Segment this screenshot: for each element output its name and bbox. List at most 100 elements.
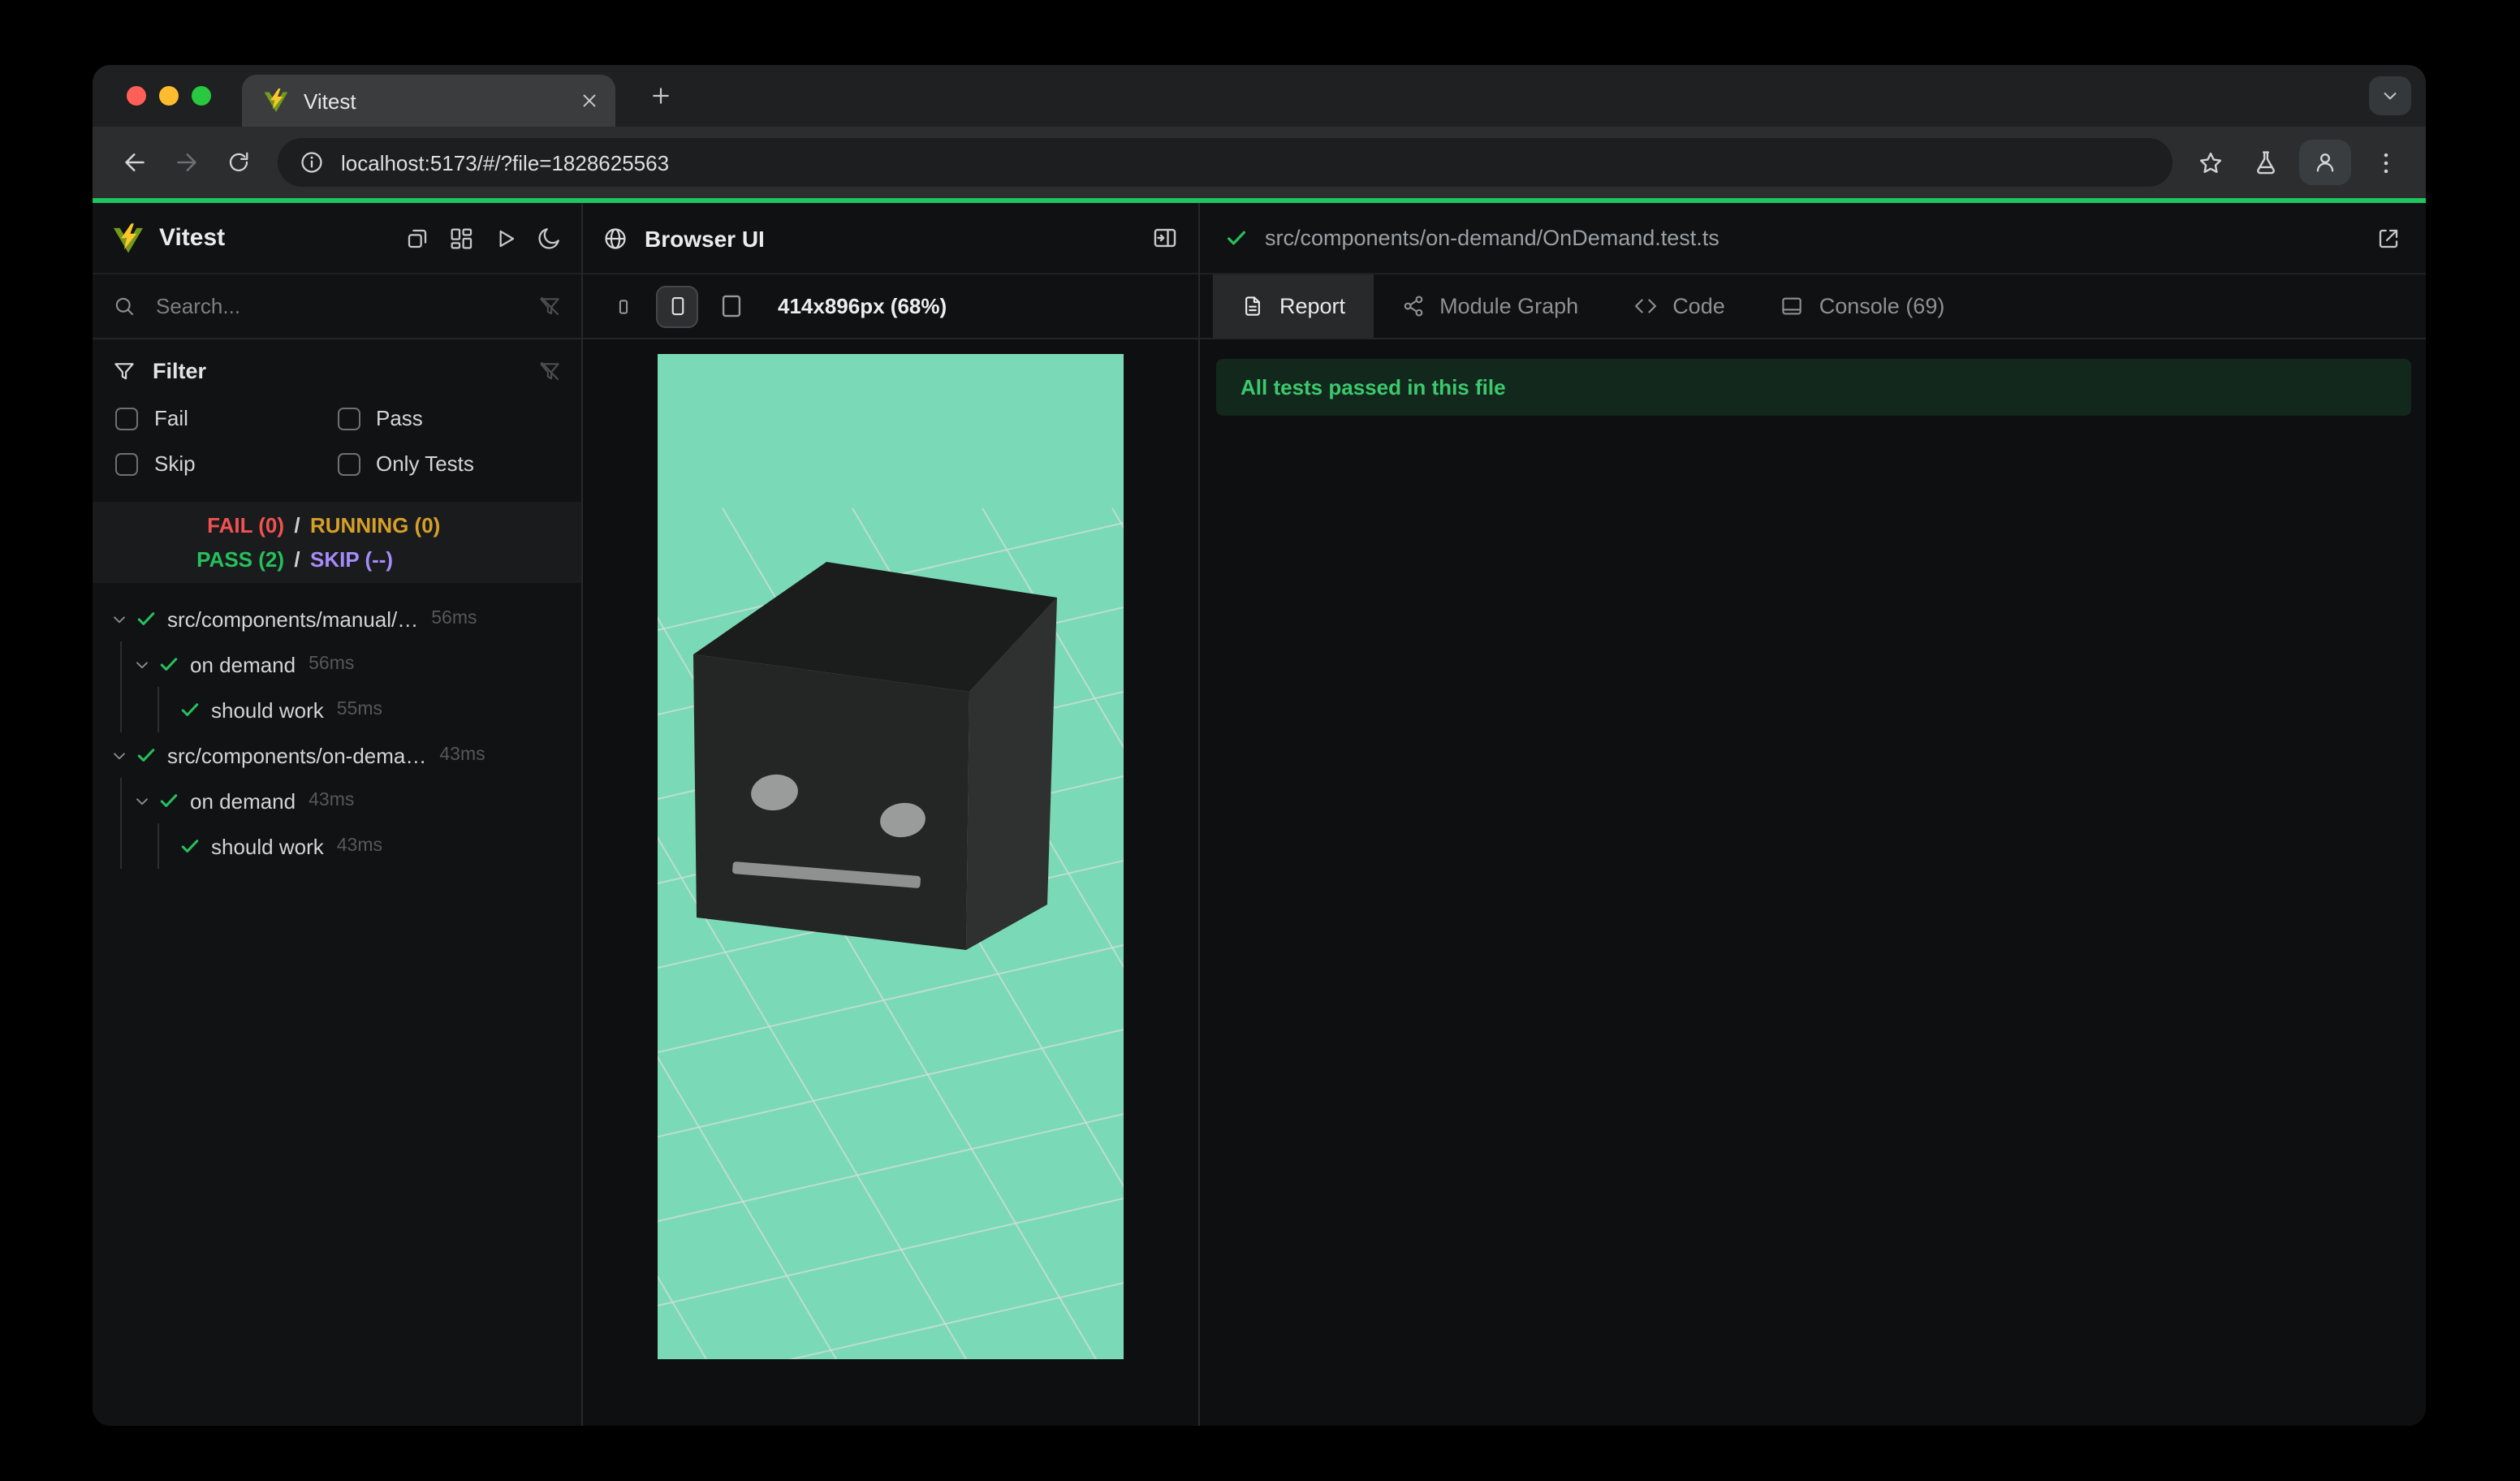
theme-toggle-button[interactable] [536, 225, 562, 251]
tree-group: should work 43ms [158, 823, 581, 869]
dock-panel-button[interactable] [1151, 224, 1179, 252]
external-link-icon [2375, 225, 2401, 251]
site-info-icon[interactable] [299, 149, 325, 175]
funnel-off-icon [537, 359, 562, 383]
arrow-right-icon [172, 148, 201, 177]
file-path: src/components/on-demand/OnDemand.test.t… [1265, 226, 1720, 250]
filter-only-tests-label: Only Tests [376, 451, 474, 476]
traffic-lights [127, 86, 211, 106]
close-window-button[interactable] [127, 86, 146, 106]
report-body: All tests passed in this file [1200, 339, 2426, 1426]
separator: / [294, 547, 300, 572]
preview-area [93, 339, 1616, 1426]
running-count: RUNNING (0) [310, 513, 441, 538]
test-suite-row[interactable]: on demand 56ms [122, 641, 581, 687]
minimize-window-button[interactable] [159, 86, 179, 106]
tab-title: Vitest [304, 89, 356, 113]
checkbox[interactable] [115, 452, 138, 475]
clear-search-filter-button[interactable] [537, 294, 562, 318]
separator: / [294, 513, 300, 538]
zoom-window-button[interactable] [192, 86, 211, 106]
tab-code[interactable]: Code [1606, 274, 1753, 338]
chevron-down-icon [2379, 84, 2401, 107]
toolbar-actions [2186, 138, 2410, 187]
sidebar: Vitest Filter [93, 203, 583, 1426]
filter-options: Fail Pass Skip Only Tests [115, 406, 559, 476]
test-suite-row[interactable]: on demand 43ms [122, 778, 581, 823]
labs-button[interactable] [2241, 138, 2289, 187]
clear-filter-button[interactable] [537, 359, 562, 383]
filter-skip-checkbox[interactable]: Skip [115, 451, 337, 476]
chevron-down-icon[interactable] [109, 745, 130, 766]
screen: Vitest localhost:5173/#/?file=1828625563 [0, 0, 2520, 1481]
test-case-label: should work [211, 697, 324, 722]
search-input[interactable] [153, 292, 537, 320]
filter-fail-checkbox[interactable]: Fail [115, 406, 337, 430]
reload-button[interactable] [213, 136, 265, 188]
fail-count: FAIL (0) [207, 513, 284, 538]
new-tab-button[interactable] [638, 73, 684, 119]
tab-report-label: Report [1279, 294, 1346, 318]
checkbox[interactable] [115, 407, 138, 430]
browser-menu-button[interactable] [2361, 138, 2410, 187]
run-all-button[interactable] [492, 225, 518, 251]
module-graph-icon [1400, 294, 1425, 318]
test-case-row[interactable]: should work 55ms [159, 687, 581, 732]
sidebar-header: Vitest [93, 203, 581, 274]
device-phone-small-button[interactable] [602, 285, 645, 327]
tab-close-button[interactable] [578, 89, 601, 112]
back-button[interactable] [109, 136, 161, 188]
device-phone-button[interactable] [656, 285, 698, 327]
arrow-left-icon [120, 148, 149, 177]
tab-console[interactable]: Console (69) [1753, 274, 1973, 338]
chevron-down-icon[interactable] [109, 608, 130, 629]
filter-panel: Filter Fail Pass Skip Only Tests [93, 339, 581, 479]
profile-button[interactable] [2299, 140, 2351, 185]
filter-title: Filter [153, 359, 207, 383]
test-duration: 43ms [439, 745, 485, 765]
preview-scene [93, 507, 1616, 1426]
cube-front-face [693, 654, 969, 950]
summary-line-2: PASS (2) / SKIP (--) [93, 542, 581, 576]
device-tablet-button[interactable] [710, 285, 752, 327]
vitest-ui: Vitest Filter [93, 203, 2426, 1426]
tab-module-graph-label: Module Graph [1439, 294, 1579, 318]
filter-pass-checkbox[interactable]: Pass [337, 406, 559, 430]
test-case-row[interactable]: should work 43ms [159, 823, 581, 869]
test-file-row[interactable]: src/components/manual/… 56ms [93, 596, 581, 641]
flask-icon [2251, 149, 2279, 176]
dashboard-button[interactable] [448, 225, 474, 251]
browser-tab[interactable]: Vitest [242, 75, 615, 127]
close-icon [578, 89, 601, 112]
test-duration: 43ms [309, 791, 355, 810]
report-icon [1241, 294, 1265, 318]
bookmark-button[interactable] [2186, 138, 2234, 187]
address-bar[interactable]: localhost:5173/#/?file=1828625563 [278, 138, 2173, 187]
funnel-off-icon [537, 294, 562, 318]
tab-report[interactable]: Report [1213, 274, 1374, 338]
filter-pass-label: Pass [376, 406, 423, 430]
forward-button[interactable] [161, 136, 213, 188]
chevron-down-icon[interactable] [132, 654, 153, 675]
reload-icon [226, 149, 252, 175]
checkbox[interactable] [337, 452, 360, 475]
filter-only-tests-checkbox[interactable]: Only Tests [337, 451, 559, 476]
tab-search-button[interactable] [2369, 76, 2411, 115]
chevron-down-icon[interactable] [132, 790, 153, 811]
tests-passed-text: All tests passed in this file [1241, 375, 1506, 399]
test-file-row[interactable]: src/components/on-dema… 43ms [93, 732, 581, 778]
device-toolbar: 414x896px (68%) [583, 274, 1198, 339]
panels-button[interactable] [404, 225, 430, 251]
open-external-button[interactable] [2375, 225, 2401, 251]
checkbox[interactable] [337, 407, 360, 430]
browser-window: Vitest localhost:5173/#/?file=1828625563 [93, 65, 2426, 1426]
browser-preview-viewport[interactable] [93, 354, 1616, 1426]
check-icon [158, 789, 180, 812]
app-title: Vitest [159, 224, 226, 252]
viewport-size-label: 414x896px (68%) [778, 294, 947, 318]
play-icon [492, 225, 518, 251]
file-header: src/components/on-demand/OnDemand.test.t… [1200, 203, 2426, 274]
tests-passed-banner: All tests passed in this file [1216, 359, 2411, 416]
tab-module-graph[interactable]: Module Graph [1373, 274, 1606, 338]
browser-ui-header: Browser UI [583, 203, 1198, 274]
